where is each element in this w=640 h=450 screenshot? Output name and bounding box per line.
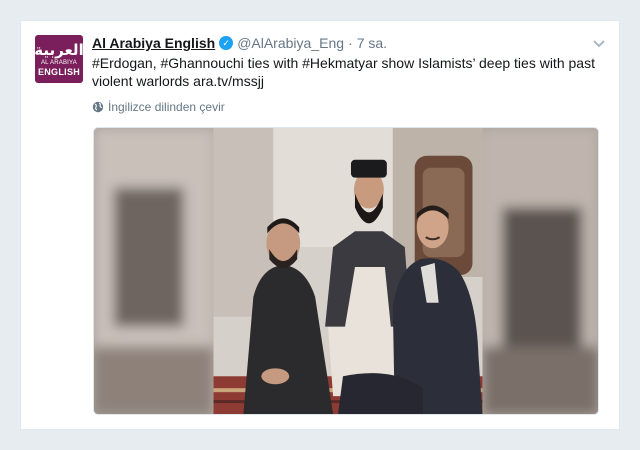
tweet-text: #Erdogan, #Ghannouchi ties with #Hekmaty… (92, 55, 595, 89)
tweet-photo[interactable] (93, 127, 599, 415)
translate-label: İngilizce dilinden çevir (108, 100, 225, 114)
globe-icon (92, 101, 104, 113)
chevron-down-icon[interactable] (591, 35, 607, 51)
verified-icon: ✓ (219, 36, 234, 50)
tweet-card[interactable]: العربية AL ARABIYA ENGLISH Al Arabiya En… (20, 20, 620, 430)
avatar-arabic-text: العربية (35, 40, 83, 59)
timestamp[interactable]: 7 sa. (357, 35, 387, 51)
avatar-line2: ENGLISH (37, 66, 81, 77)
translate-link[interactable]: İngilizce dilinden çevir (92, 100, 225, 114)
display-name[interactable]: Al Arabiya English (92, 35, 215, 51)
avatar-line1: AL ARABIYA (40, 59, 78, 66)
tweet-header: Al Arabiya English ✓ @AlArabiya_Eng · 7 … (92, 33, 607, 53)
avatar[interactable]: العربية AL ARABIYA ENGLISH (35, 35, 83, 83)
separator-dot: · (348, 35, 353, 51)
user-handle[interactable]: @AlArabiya_Eng (237, 35, 344, 51)
photo-image (94, 128, 598, 414)
